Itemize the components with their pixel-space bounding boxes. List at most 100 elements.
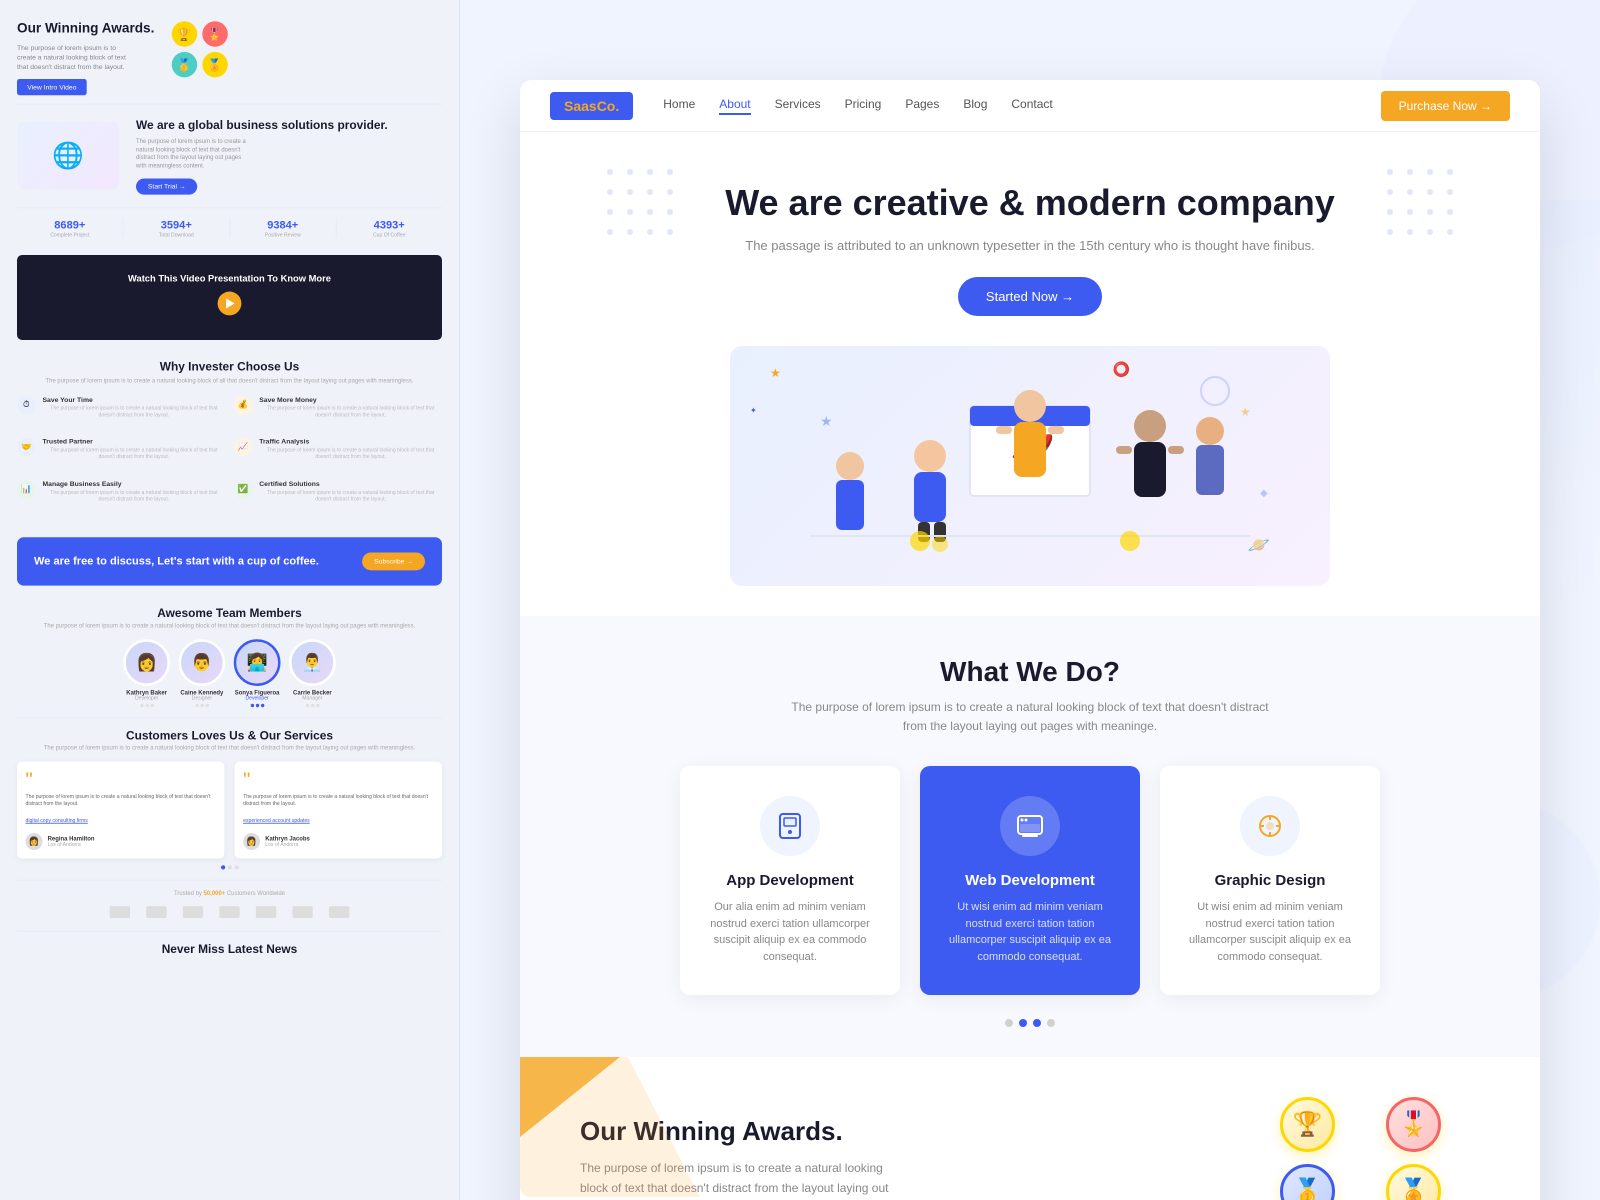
start-trial-btn[interactable]: Start Trial → [136, 178, 198, 194]
stat-label-2: Total Download [123, 233, 229, 238]
member-name-3: Sonya Figueroa [234, 690, 281, 696]
logo-dot: . [615, 98, 619, 114]
award-trophy-4: 🏅 [1386, 1164, 1441, 1200]
feature-desc-1: The purpose of lorem ipsum is to create … [43, 406, 226, 419]
global-section: 🌐 We are a global business solutions pro… [17, 103, 442, 207]
award-trophy-2: 🎖️ [1386, 1097, 1441, 1152]
feature-title-2: Save More Money [259, 396, 442, 404]
trusted-section: Trusted by 50,000+ Customers Worldwide [17, 880, 442, 931]
service-app-dev: App Development Our alia enim ad minim v… [680, 766, 900, 995]
purchase-btn[interactable]: Purchase Now → [1381, 91, 1510, 121]
cta-banner: We are free to discuss, Let's start with… [17, 537, 442, 585]
stat-label-4: Cup Of Coffee [336, 233, 442, 238]
feature-item-4: 📈 Traffic Analysis The purpose of lorem … [234, 438, 442, 472]
brand-logo-1 [105, 904, 135, 921]
service-title-3: Graphic Design [1184, 872, 1356, 889]
team-member-2: 👨 Caine Kennedy Designer [179, 639, 226, 707]
service-icon-app [760, 796, 820, 856]
nav-contact[interactable]: Contact [1011, 97, 1052, 115]
feature-desc-5: The purpose of lorem ipsum is to create … [43, 490, 226, 503]
award-icon-4: 🏅 [202, 52, 228, 77]
service-desc-2: Ut wisi enim ad minim veniam nostrud exe… [944, 899, 1116, 965]
award-trophy-3: 🥇 [1280, 1164, 1335, 1200]
award-icon-3: 🥇 [171, 52, 197, 77]
team-member-3: 👩‍💻 Sonya Figueroa Developer [234, 639, 281, 707]
hero-title: We are creative & modern company [580, 182, 1480, 224]
planet-icon: 🪐 [1248, 535, 1270, 556]
play-button[interactable] [218, 292, 242, 316]
star-icon-2: ✦ [750, 406, 757, 415]
author-2: 👩 Kathryn Jacobs Los of Andorra [243, 833, 433, 850]
author-1: 👩 Regina Hamilton Los of Andorra [26, 833, 216, 850]
svg-text:◆: ◆ [1260, 488, 1268, 499]
service-title-2: Web Development [944, 872, 1116, 889]
nav-pages[interactable]: Pages [905, 97, 939, 115]
brand-logo-6 [288, 904, 318, 921]
why-section: Why Invester Choose Us The purpose of lo… [17, 347, 442, 527]
member-avatar-icon-1: 👩 [126, 641, 168, 683]
hero-illustration: ★ ✦ 🪐 ⭕ 🚀 [730, 346, 1330, 586]
service-icon-web [1000, 796, 1060, 856]
nav-services[interactable]: Services [775, 97, 821, 115]
nav-about[interactable]: About [719, 97, 750, 115]
stat-num-3: 9384+ [230, 218, 336, 231]
quote-mark-2: " [243, 770, 433, 790]
services-row: App Development Our alia enim ad minim v… [580, 766, 1480, 995]
member-avatar-2: 👨 [179, 639, 226, 686]
stat-num-4: 4393+ [336, 218, 442, 231]
video-title: Watch This Video Presentation To Know Mo… [128, 273, 331, 285]
carousel-dots [580, 1019, 1480, 1027]
service-graphic-design: Graphic Design Ut wisi enim ad minim ven… [1160, 766, 1380, 995]
nav-home[interactable]: Home [663, 97, 695, 115]
feature-title-3: Trusted Partner [43, 438, 226, 446]
stat-positive-review: 9384+ Positive Review [230, 218, 336, 238]
nav-blog[interactable]: Blog [963, 97, 987, 115]
website-preview: SaasCo. Home About Services Pricing Page… [520, 80, 1540, 1200]
member-avatar-3: 👩‍💻 [234, 639, 281, 686]
nav-pricing[interactable]: Pricing [845, 97, 882, 115]
customers-section: Customers Loves Us & Our Services The pu… [17, 717, 442, 880]
feature-item-6: ✅ Certified Solutions The purpose of lor… [234, 480, 442, 514]
testimonial-link-1[interactable]: digital copy consulting firms [26, 819, 88, 824]
feature-icon-certified: ✅ [234, 480, 253, 499]
right-awards-section: Our Winning Awards. The purpose of lorem… [520, 1057, 1540, 1200]
hero-section: We are creative & modern company The pas… [520, 132, 1540, 616]
member-avatar-icon-4: 👨‍💼 [292, 641, 334, 683]
features-grid: ⏱ Save Your Time The purpose of lorem ip… [17, 396, 442, 514]
service-web-dev: Web Development Ut wisi enim ad minim ve… [920, 766, 1140, 995]
author-loc-1: Los of Andorra [48, 842, 95, 847]
brand-logos [17, 904, 442, 921]
team-members-list: 👩 Kathryn Baker Developer 👨 Caine Kenned… [17, 639, 442, 707]
logo: SaasCo. [550, 92, 633, 120]
global-title: We are a global business solutions provi… [136, 117, 388, 132]
t-dot-2 [227, 866, 231, 870]
stat-label-3: Positive Review [230, 233, 336, 238]
navbar: SaasCo. Home About Services Pricing Page… [520, 80, 1540, 132]
team-member-1: 👩 Kathryn Baker Developer [123, 639, 170, 707]
left-awards-btn[interactable]: View Intro Video [17, 79, 87, 95]
hero-started-btn[interactable]: Started Now → [958, 277, 1102, 316]
feature-icon-money: 💰 [234, 396, 253, 415]
newsletter-section: Never Miss Latest News [17, 931, 442, 970]
testimonial-link-2[interactable]: experienced account updates [243, 819, 310, 824]
service-desc-3: Ut wisi enim ad minim veniam nostrud exe… [1184, 899, 1356, 965]
feature-title-5: Manage Business Easily [43, 480, 226, 488]
feature-icon-traffic: 📈 [234, 438, 253, 457]
what-we-do-section: What We Do? The purpose of lorem ipsum i… [520, 616, 1540, 1057]
star-icon-1: ★ [770, 366, 781, 380]
why-title: Why Invester Choose Us [17, 359, 442, 373]
brand-logo-7 [324, 904, 354, 921]
member-role-3: Developer [234, 696, 281, 701]
award-icon-1: 🏆 [171, 21, 197, 47]
t-dot-1 [221, 866, 225, 870]
stat-total-download: 3594+ Total Download [123, 218, 229, 238]
cta-btn[interactable]: Subscribe → [362, 552, 425, 570]
member-avatar-icon-3: 👩‍💻 [236, 641, 278, 683]
customers-desc: The purpose of lorem ipsum is to create … [17, 745, 442, 751]
trusted-count: 50,000+ [204, 891, 226, 897]
carousel-dot-1 [1005, 1019, 1013, 1027]
member-role-1: Developer [123, 696, 170, 701]
trusted-text: Trusted by 50,000+ Customers Worldwide [17, 891, 442, 897]
author-name-2: Kathryn Jacobs [265, 836, 310, 842]
video-section: Watch This Video Presentation To Know Mo… [17, 255, 442, 340]
